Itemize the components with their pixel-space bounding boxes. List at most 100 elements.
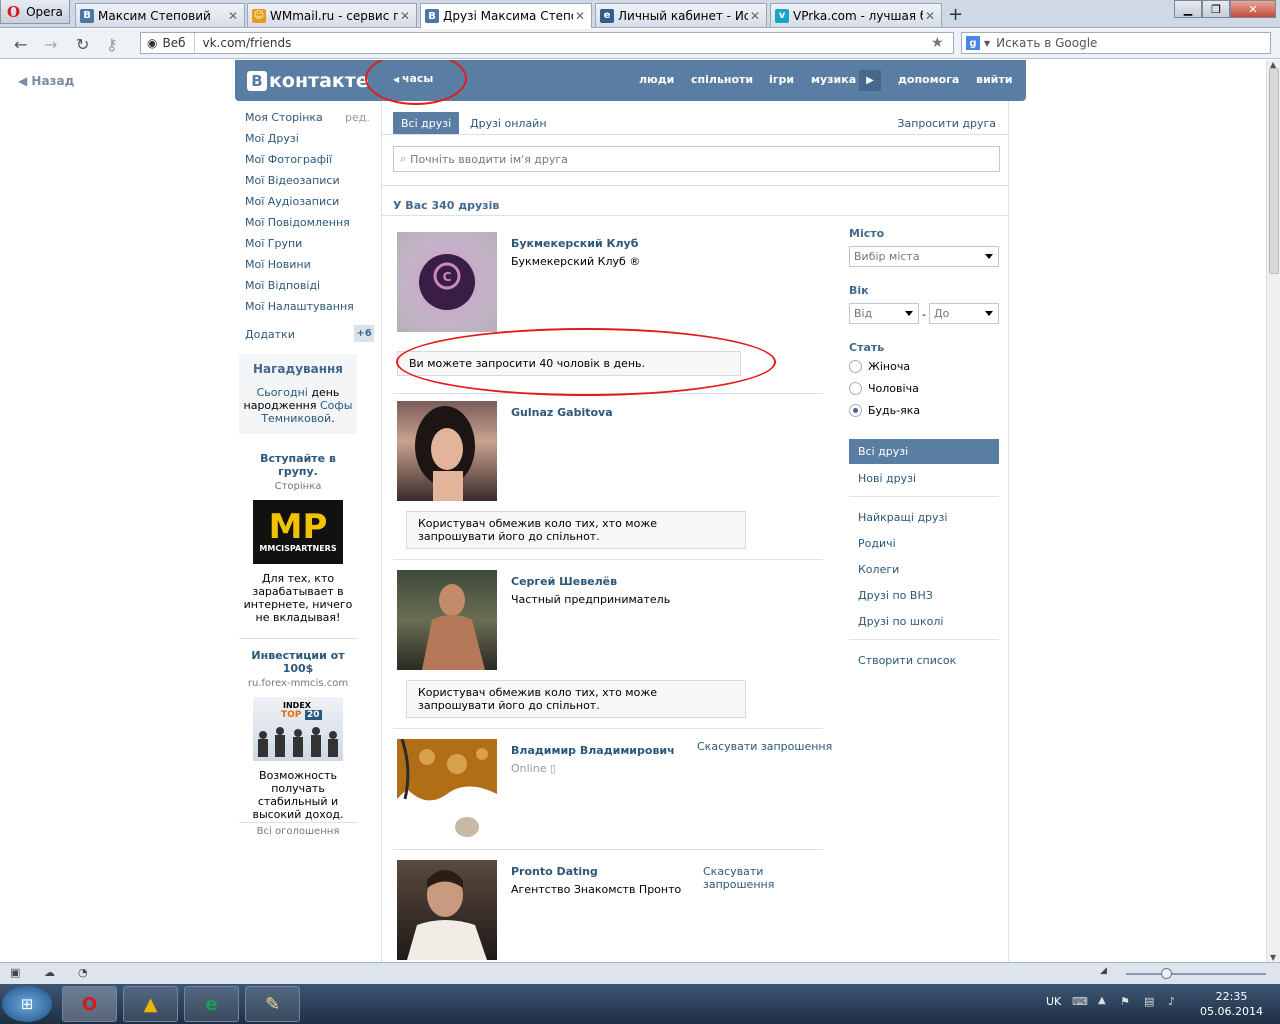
browser-tab-3-active[interactable]: В Друзі Максима Степо...✕ [420,3,592,28]
eset-taskbar-icon[interactable]: e [184,986,239,1022]
cancel-invitation-link[interactable]: Скасувати запрошення [697,740,832,753]
reminder-today-link[interactable]: Сьогодні [257,386,308,399]
key-icon[interactable]: ⚷ [106,35,118,54]
music-play-icon[interactable]: ▶ [859,70,881,91]
action-center-icon[interactable]: ⚑ [1120,995,1130,1008]
left-menu-apps[interactable]: Додатки [245,328,295,341]
speed-dial-icon[interactable]: ◔ [78,966,88,979]
sex-radio-male[interactable]: Чоловіча [849,382,919,395]
close-window-icon[interactable]: ✕ [1230,0,1276,18]
nav-music[interactable]: музика [811,73,856,86]
left-menu-my-messages[interactable]: Мої Повідомлення [245,216,350,229]
filter-new-friends[interactable]: Нові друзі [849,472,999,485]
panel-toggle-icon[interactable]: ▣ [10,966,20,979]
ad-2-title[interactable]: Инвестиции от 100$ [239,649,357,675]
browser-tab-2[interactable]: ☺ WMmail.ru - сервис п...✕ [247,3,417,27]
left-menu-my-photos[interactable]: Мої Фотографії [245,153,332,166]
bookmark-star-icon[interactable]: ★ [931,35,953,51]
nav-help[interactable]: допомога [898,73,959,86]
tab-friends-online[interactable]: Друзі онлайн [470,117,547,130]
age-from-select[interactable]: Від [849,303,919,324]
volume-icon[interactable]: ♪ [1168,995,1175,1008]
friend-name-link[interactable]: Pronto Dating [511,865,598,878]
vertical-scrollbar[interactable]: ▲ ▼ [1266,60,1280,962]
left-menu-my-page[interactable]: Моя Сторінка [245,111,323,124]
filter-all-friends[interactable]: Всі друзі [849,439,999,464]
cancel-invitation-link[interactable]: Скасувати запрошення [703,865,774,891]
ad-1-image[interactable]: MP MMCISPARTNERS [253,500,343,564]
aimp-taskbar-icon[interactable]: ▲ [123,986,178,1022]
reload-icon[interactable]: ↻ [76,35,89,54]
windows-start-icon[interactable]: ⊞ [2,986,52,1022]
input-language-indicator[interactable]: UK [1046,995,1061,1008]
friend-avatar[interactable]: C [397,232,497,332]
friend-name-link[interactable]: Букмекерский Клуб [511,237,638,250]
left-menu-my-friends[interactable]: Мої Друзі [245,132,299,145]
left-menu-my-videos[interactable]: Мої Відеозаписи [245,174,340,187]
close-tab-icon[interactable]: ✕ [226,9,240,23]
filter-relatives[interactable]: Родичі [849,537,999,550]
close-tab-icon[interactable]: ✕ [398,9,412,23]
opera-taskbar-icon[interactable]: O [62,986,117,1022]
filter-school-friends[interactable]: Друзі по школі [849,615,999,628]
browser-search-field[interactable]: g ▼ Искать в Google [961,32,1271,54]
nav-people[interactable]: люди [639,73,674,86]
search-engine-dropdown-icon[interactable]: ▼ [984,39,990,48]
left-menu-my-news[interactable]: Мої Новини [245,258,311,271]
ad-block-2[interactable]: Инвестиции от 100$ ru.forex-mmcis.com IN… [239,649,357,821]
apps-count-badge[interactable]: +6 [354,325,374,342]
sex-radio-female[interactable]: Жіноча [849,360,910,373]
filter-university-friends[interactable]: Друзі по ВНЗ [849,589,999,602]
close-tab-icon[interactable]: ✕ [573,9,587,23]
network-icon[interactable]: ▤ [1144,995,1154,1008]
left-menu-my-groups[interactable]: Мої Групи [245,237,302,250]
back-arrow-icon[interactable]: ← [14,35,27,54]
tray-expand-icon[interactable]: ▲ [1098,995,1106,1006]
friend-name-link[interactable]: Gulnaz Gabitova [511,406,613,419]
edit-link[interactable]: ред. [345,111,370,124]
friend-avatar[interactable] [397,401,497,501]
left-menu-my-settings[interactable]: Мої Налаштування [245,300,354,313]
nav-logout[interactable]: вийти [976,73,1012,86]
tab-all-friends[interactable]: Всі друзі [393,112,460,135]
nav-games[interactable]: ігри [769,73,794,86]
keyboard-icon[interactable]: ⌨ [1072,995,1088,1008]
all-ads-link[interactable]: Всі оголошення [239,826,357,837]
system-clock[interactable]: 22:35 05.06.2014 [1200,989,1263,1019]
vk-logo[interactable]: Вконтакте [247,70,369,92]
zoom-out-icon[interactable]: ◢ [1100,966,1107,976]
filter-colleagues[interactable]: Колеги [849,563,999,576]
zoom-slider-handle[interactable] [1161,968,1172,979]
cloud-icon[interactable]: ☁ [44,966,55,979]
new-tab-plus-icon[interactable]: + [948,4,963,25]
browser-tab-4[interactable]: e Личный кабинет - Ис... ✕ [595,3,767,27]
scroll-down-arrow-icon[interactable]: ▼ [1270,953,1276,962]
filter-best-friends[interactable]: Найкращі друзі [849,511,999,524]
ad-2-image[interactable]: INDEX TOP 20 [253,697,343,761]
create-list-link[interactable]: Створити список [849,654,999,667]
opera-menu-button[interactable]: O Opera [0,0,70,24]
nav-communities[interactable]: спільноти [691,73,753,86]
forward-arrow-icon[interactable]: → [44,35,57,54]
restore-window-icon[interactable]: ❐ [1202,0,1230,18]
invite-friend-link[interactable]: Запросити друга [897,117,996,130]
close-tab-icon[interactable]: ✕ [923,9,937,23]
ad-block-1[interactable]: Вступайте в групу. Сторінка MP MMCISPARTN… [239,452,357,624]
browser-tab-1[interactable]: В Максим Степовий ✕ [75,3,245,27]
ad-1-title[interactable]: Вступайте в групу. [239,452,357,478]
friend-avatar[interactable] [397,570,497,670]
friend-name-link[interactable]: Владимир Владимирович [511,744,675,757]
friend-avatar[interactable] [397,860,497,960]
browser-tab-5[interactable]: v VPrka.com - лучшая б...✕ [770,3,942,27]
friend-search-input[interactable]: ⌕ Почніть вводити ім'я друга [393,146,1000,172]
age-to-select[interactable]: До [929,303,999,324]
minimize-window-icon[interactable]: ▁ [1174,0,1202,18]
friend-name-link[interactable]: Сергей Шевелёв [511,575,617,588]
back-link[interactable]: ◀ Назад [18,74,74,88]
close-tab-icon[interactable]: ✕ [748,9,762,23]
city-select[interactable]: Вибір міста [849,246,999,267]
url-field[interactable]: ◉ Веб vk.com/friends ★ [140,32,954,54]
sex-radio-any[interactable]: Будь-яка [849,404,920,417]
scrollbar-thumb[interactable] [1269,68,1279,274]
zoom-slider[interactable] [1126,973,1266,975]
